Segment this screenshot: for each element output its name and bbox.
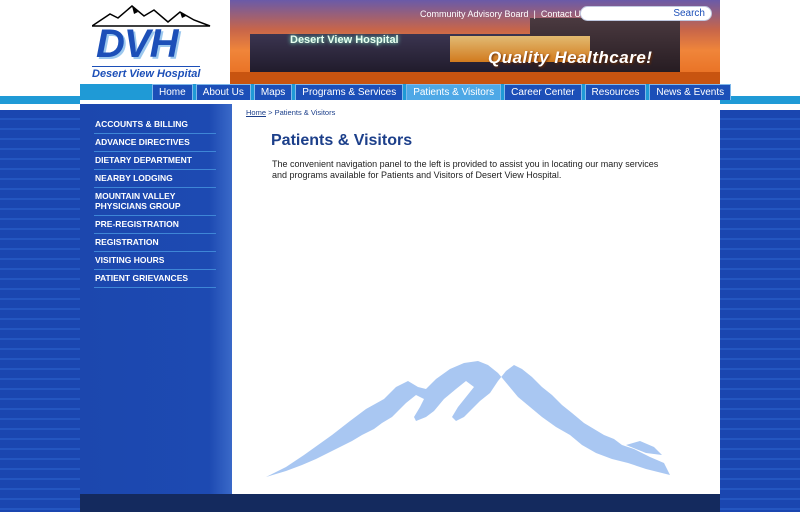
nav-about-us[interactable]: About Us [195,84,251,100]
sidebar-item-dietary-department[interactable]: DIETARY DEPARTMENT [94,152,216,170]
breadcrumb-current: Patients & Visitors [274,108,336,117]
left-side-stripes [0,0,80,512]
sidebar-item-patient-grievances[interactable]: PATIENT GRIEVANCES [94,270,216,288]
main-nav: Home About Us Maps Programs & Services P… [80,84,732,100]
header: DVH Desert View Hospital Desert View Hos… [80,0,720,84]
sidebar-item-advance-directives[interactable]: ADVANCE DIRECTIVES [94,134,216,152]
footer-bar [80,494,720,512]
page-container: DVH Desert View Hospital Desert View Hos… [80,0,732,512]
page-title: Patients & Visitors [271,132,413,149]
breadcrumb-separator: > [268,108,273,117]
search-input[interactable] [587,8,667,19]
search-box: Search [580,6,712,21]
search-button[interactable]: Search [673,8,705,19]
community-advisory-board-link[interactable]: Community Advisory Board [420,9,529,19]
mountain-graphic-icon [266,361,670,477]
nav-programs-services[interactable]: Programs & Services [295,84,404,100]
sidebar: ACCOUNTS & BILLING ADVANCE DIRECTIVES DI… [80,104,232,494]
sidebar-item-registration[interactable]: REGISTRATION [94,234,216,252]
breadcrumb-home-link[interactable]: Home [246,108,266,117]
nav-home[interactable]: Home [152,84,193,100]
banner-tagline: Quality Healthcare! [488,48,653,67]
contact-us-link[interactable]: Contact Us [541,9,586,19]
main-content: Home > Patients & Visitors Patients & Vi… [232,104,720,494]
sidebar-item-nearby-lodging[interactable]: NEARBY LODGING [94,170,216,188]
sidebar-item-mountain-valley-physicians[interactable]: MOUNTAIN VALLEY PHYSICIANS GROUP [94,188,216,216]
intro-text: The convenient navigation panel to the l… [272,159,659,180]
nav-patients-visitors[interactable]: Patients & Visitors [406,84,502,100]
sidebar-menu: ACCOUNTS & BILLING ADVANCE DIRECTIVES DI… [94,116,216,288]
logo-subtitle: Desert View Hospital [92,66,201,80]
logo-title: DVH [96,22,178,66]
nav-news-events[interactable]: News & Events [649,84,732,100]
banner-hospital-sign: Desert View Hospital [290,34,399,46]
sidebar-item-visiting-hours[interactable]: VISITING HOURS [94,252,216,270]
top-links: Community Advisory Board | Contact Us [420,9,585,19]
sidebar-item-pre-registration[interactable]: PRE-REGISTRATION [94,216,216,234]
nav-resources[interactable]: Resources [584,84,647,100]
nav-career-center[interactable]: Career Center [504,84,582,100]
site-logo[interactable]: DVH Desert View Hospital [86,4,226,80]
nav-maps[interactable]: Maps [253,84,293,100]
breadcrumb: Home > Patients & Visitors [246,108,335,117]
top-links-separator: | [533,9,536,19]
right-side-stripes [720,0,800,512]
sidebar-item-accounts-billing[interactable]: ACCOUNTS & BILLING [94,116,216,134]
